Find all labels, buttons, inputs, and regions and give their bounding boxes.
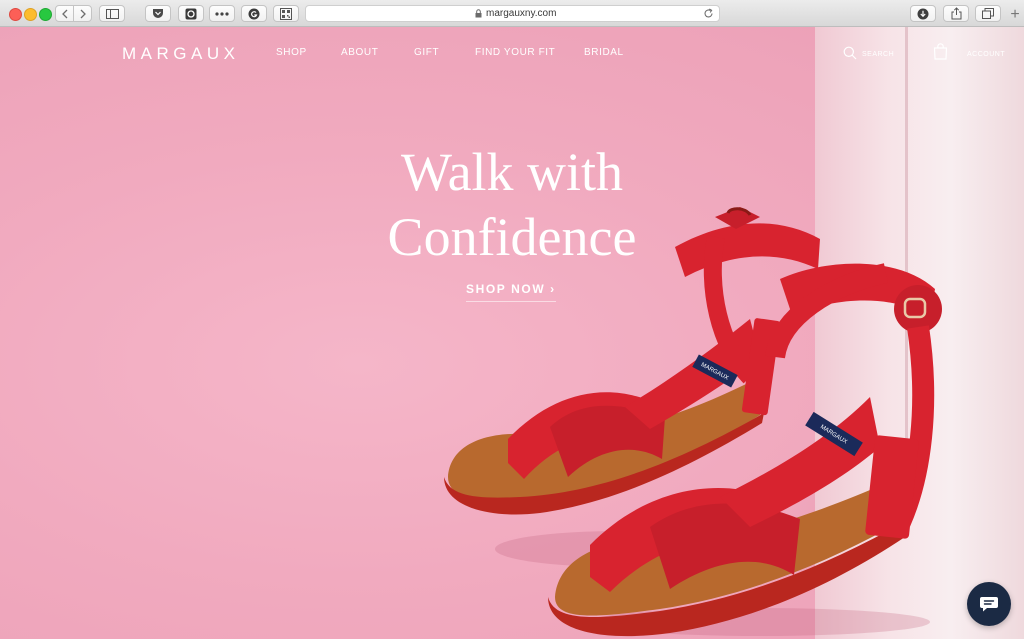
back-icon bbox=[61, 9, 67, 18]
nav-gift[interactable]: GIFT bbox=[414, 47, 439, 59]
search-label[interactable]: SEARCH bbox=[862, 50, 894, 59]
downloads-button[interactable] bbox=[910, 5, 936, 22]
qr-button[interactable] bbox=[273, 5, 299, 22]
tabs-icon bbox=[982, 8, 994, 19]
chat-widget-button[interactable] bbox=[967, 582, 1011, 626]
extension-icon bbox=[185, 8, 197, 19]
back-button[interactable] bbox=[55, 5, 74, 22]
chat-icon bbox=[980, 597, 998, 612]
address-bar[interactable]: margauxny.com bbox=[305, 5, 720, 22]
forward-button[interactable] bbox=[73, 5, 92, 22]
minimize-window-button[interactable] bbox=[24, 8, 37, 21]
hero-section: MARGAUX MARGAUX MARGAUX SHOP ABOUT GIFT F… bbox=[0, 27, 1024, 639]
account-link[interactable]: ACCOUNT bbox=[967, 50, 1005, 59]
nav-find-your-fit[interactable]: FIND YOUR FIT bbox=[475, 47, 555, 59]
grammarly-button[interactable] bbox=[241, 5, 267, 22]
main-navigation: MARGAUX SHOP ABOUT GIFT FIND YOUR FIT BR… bbox=[0, 27, 1024, 79]
sidebar-button[interactable] bbox=[99, 5, 125, 22]
more-icon bbox=[215, 11, 229, 16]
shop-now-link[interactable]: SHOP NOW › bbox=[466, 282, 556, 302]
zoom-window-button[interactable] bbox=[39, 8, 52, 21]
browser-toolbar: margauxny.com + bbox=[0, 0, 1024, 27]
hero-title: Walk with Confidence bbox=[312, 140, 712, 270]
search-icon[interactable] bbox=[843, 46, 857, 60]
lock-icon bbox=[475, 9, 482, 18]
tab-overview-button[interactable] bbox=[975, 5, 1001, 22]
new-tab-button[interactable]: + bbox=[1006, 6, 1024, 27]
brand-logo[interactable]: MARGAUX bbox=[122, 44, 239, 64]
more-extensions-button[interactable] bbox=[209, 5, 235, 22]
share-button[interactable] bbox=[943, 5, 969, 22]
hero-title-line-1: Walk with bbox=[400, 142, 624, 202]
nav-bridal[interactable]: BRIDAL bbox=[584, 47, 624, 59]
reload-icon[interactable] bbox=[703, 8, 714, 19]
pocket-button[interactable] bbox=[145, 5, 171, 22]
share-icon bbox=[951, 7, 961, 20]
nav-shop[interactable]: SHOP bbox=[276, 47, 307, 59]
close-window-button[interactable] bbox=[9, 8, 22, 21]
sidebar-icon bbox=[105, 8, 119, 19]
pocket-icon bbox=[153, 9, 163, 18]
shopping-bag-icon[interactable] bbox=[933, 43, 948, 60]
grammarly-icon bbox=[248, 8, 260, 19]
nav-about[interactable]: ABOUT bbox=[341, 47, 378, 59]
extension-button[interactable] bbox=[178, 5, 204, 22]
url-text: margauxny.com bbox=[486, 8, 557, 19]
forward-icon bbox=[80, 9, 86, 18]
hero-title-line-2: Confidence bbox=[387, 207, 637, 267]
qr-icon bbox=[280, 7, 292, 20]
download-icon bbox=[917, 8, 929, 19]
